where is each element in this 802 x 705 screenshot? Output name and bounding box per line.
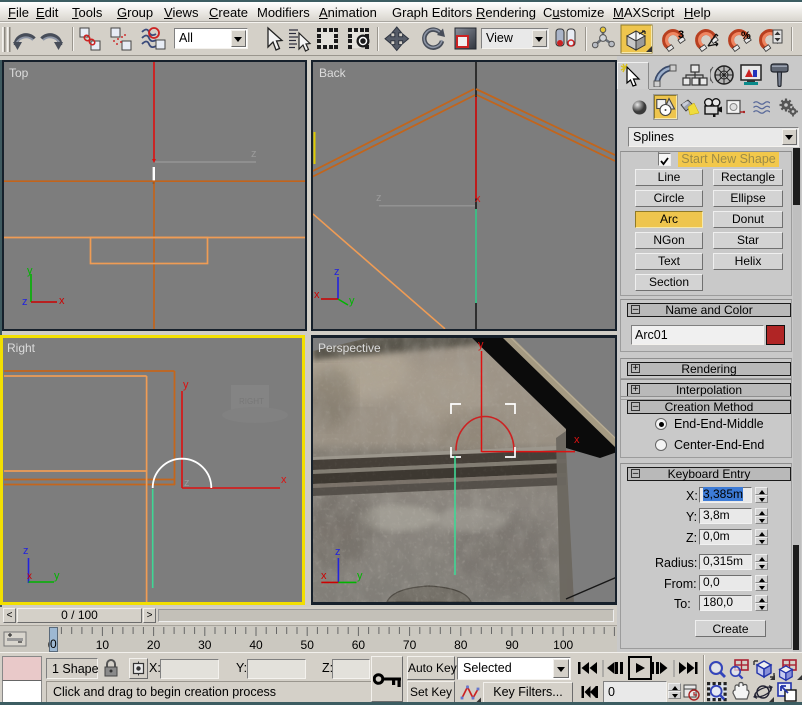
svg-text:x: x — [475, 193, 481, 205]
svg-text:90: 90 — [505, 638, 519, 652]
svg-text:z: z — [376, 192, 382, 204]
svg-text:50: 50 — [301, 638, 315, 652]
svg-text:z: z — [184, 477, 190, 489]
svg-text:x: x — [321, 570, 327, 582]
svg-text:x: x — [27, 571, 32, 582]
svg-text:z: z — [251, 148, 257, 160]
svg-text:3: 3 — [678, 29, 684, 41]
svg-text:x: x — [574, 434, 580, 446]
svg-text:y: y — [27, 265, 33, 277]
svg-text:y: y — [183, 379, 189, 391]
svg-text:y: y — [349, 295, 355, 307]
svg-text:70: 70 — [403, 638, 417, 652]
svg-text:RIGHT: RIGHT — [239, 397, 264, 406]
svg-text:100: 100 — [553, 638, 573, 652]
svg-text:z: z — [22, 296, 28, 308]
svg-text:%: % — [741, 30, 751, 42]
svg-text:60: 60 — [352, 638, 366, 652]
svg-text:y: y — [478, 339, 484, 351]
svg-text:y: y — [357, 570, 363, 582]
svg-text:30: 30 — [198, 638, 212, 652]
svg-text:y: y — [54, 570, 60, 582]
svg-text:20: 20 — [147, 638, 161, 652]
svg-text:10: 10 — [96, 638, 110, 652]
svg-text:x: x — [281, 474, 287, 486]
svg-text:40: 40 — [249, 638, 263, 652]
svg-text:z: z — [335, 546, 341, 558]
svg-text:x: x — [59, 295, 65, 307]
svg-text:z: z — [23, 545, 29, 557]
svg-text:x: x — [314, 289, 320, 301]
svg-text:z: z — [334, 266, 340, 278]
svg-text:80: 80 — [454, 638, 468, 652]
